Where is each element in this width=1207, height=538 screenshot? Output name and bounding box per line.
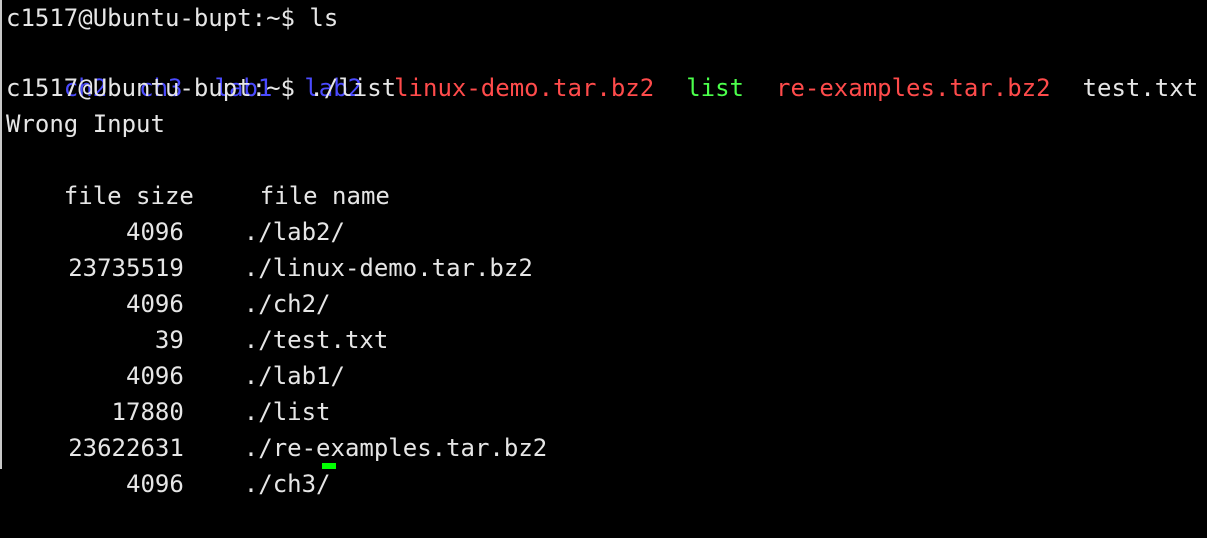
ls-item-re-examples: re-examples.tar.bz2	[776, 74, 1051, 102]
table-header: file size file name	[6, 142, 390, 210]
table-row: 17880 ./list	[6, 358, 331, 426]
terminal-window[interactable]: c1517@Ubuntu-bupt:~$ ls ch2 ch3 lab1 lab2 li…	[0, 0, 1207, 498]
prompt-line-ls: c1517@Ubuntu-bupt:~$ ls	[6, 4, 339, 32]
ls-item-linux-demo: linux-demo.tar.bz2	[394, 74, 655, 102]
ls-item-test-txt: test.txt	[1082, 74, 1199, 102]
ls-output-line: ch2 ch3 lab1 lab2 linux-demo.tar.bz2 list re-e…	[6, 34, 1207, 102]
table-row: 23735519 ./linux-demo.tar.bz2	[6, 214, 533, 282]
table-row: 4096 ./ch3/	[6, 430, 331, 498]
table-row: 23622631 ./re-examples.tar.bz2	[6, 394, 547, 462]
table-row: 39 ./test.txt	[6, 286, 388, 354]
terminal-cursor	[322, 463, 336, 469]
table-row: 4096 ./ch2/	[6, 250, 331, 318]
ls-item-list: list	[686, 74, 744, 102]
table-row: 4096 ./lab2/	[6, 178, 345, 246]
table-row: 4096 ./lab1/	[6, 322, 345, 390]
row-size: 4096	[126, 470, 184, 498]
wrong-input-message: Wrong Input	[6, 110, 165, 138]
prompt-line-list: c1517@Ubuntu-bupt:~$ ./list	[6, 74, 397, 102]
row-name: ./ch3/	[243, 470, 331, 498]
